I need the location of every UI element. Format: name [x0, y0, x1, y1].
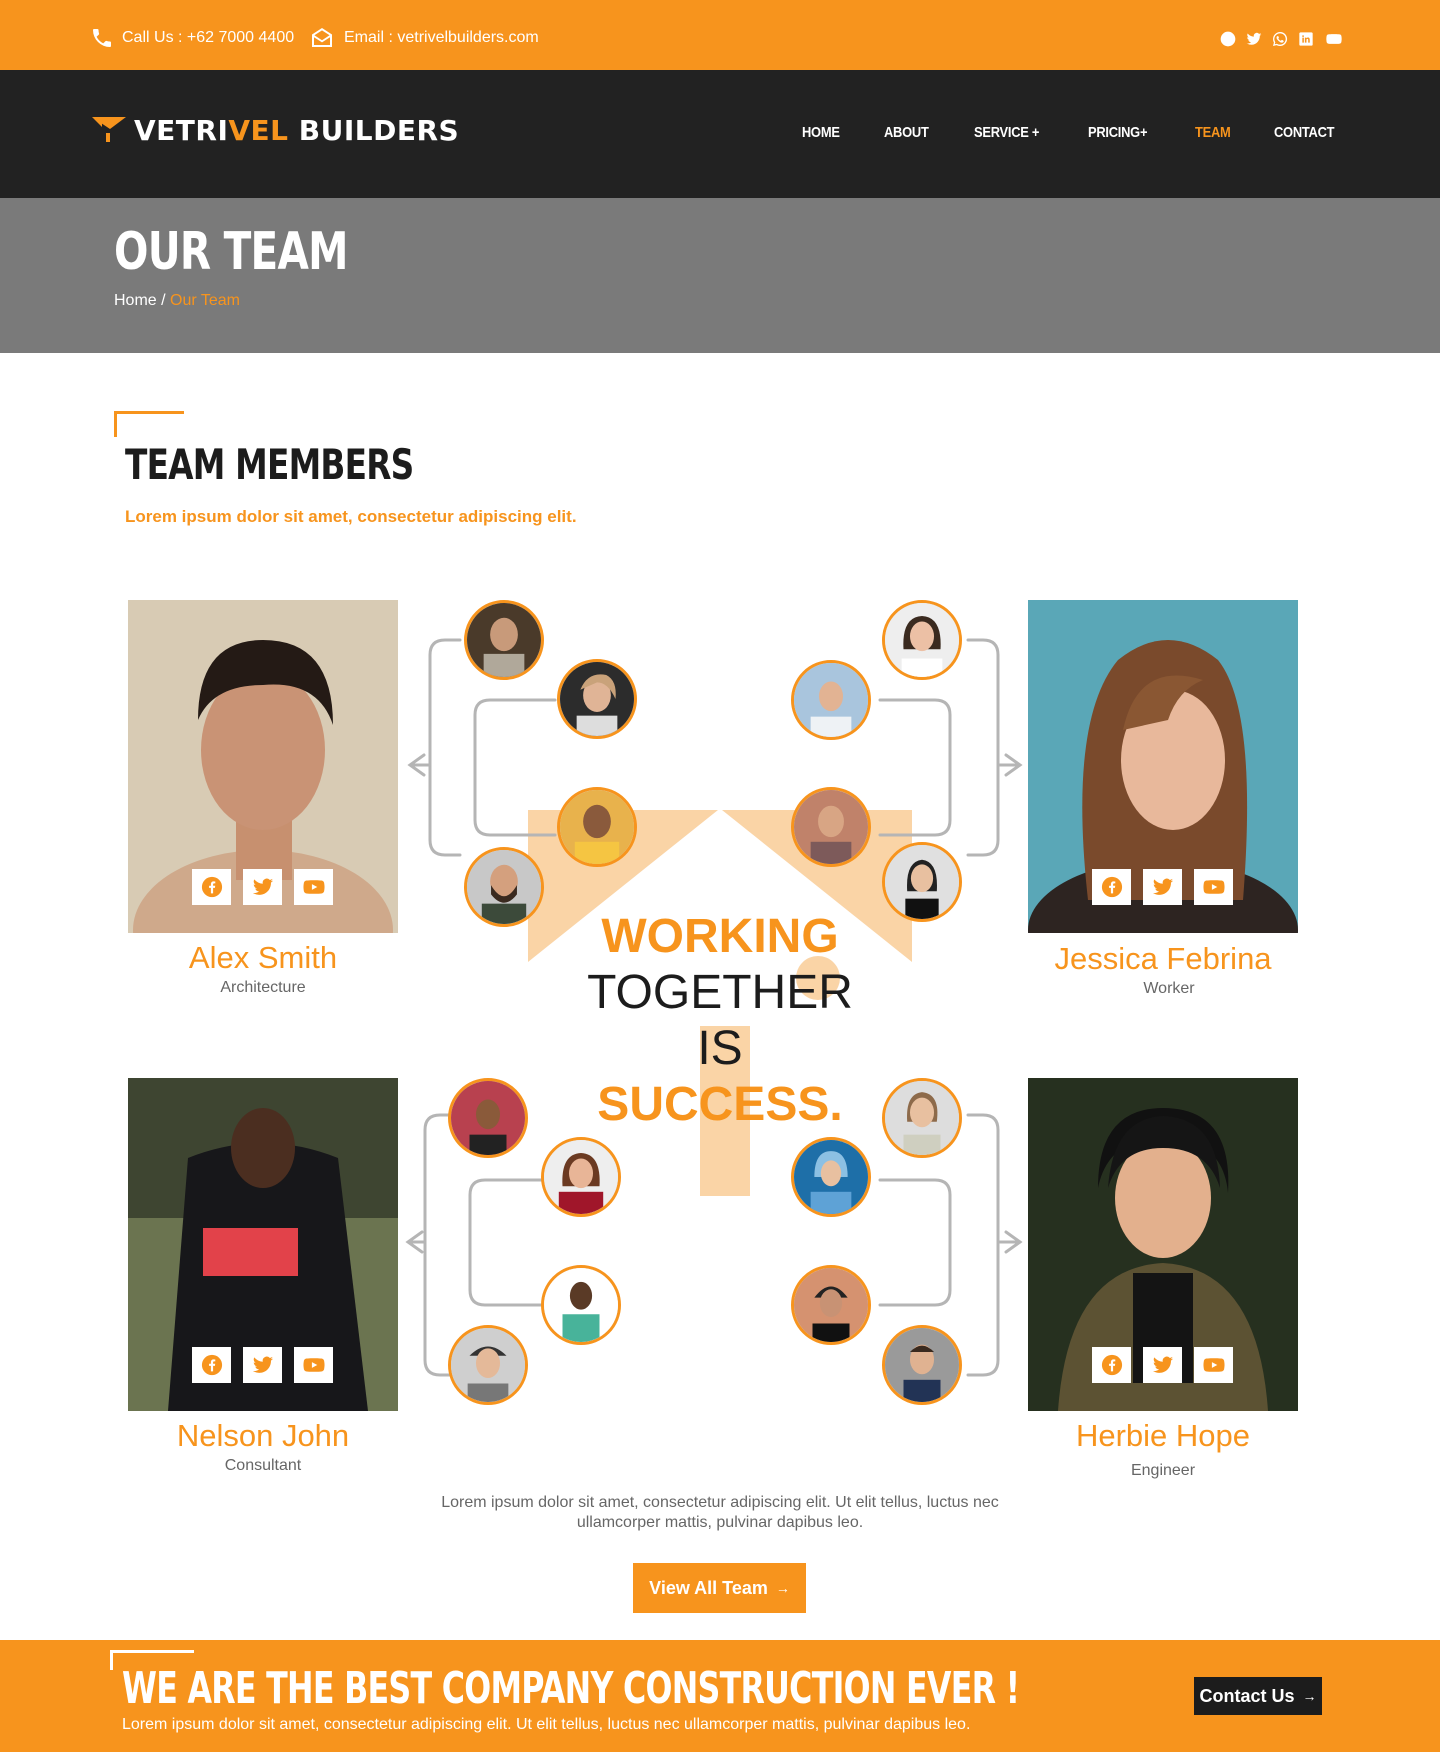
- team-avatar[interactable]: [791, 660, 871, 740]
- member-name: Nelson John: [176, 1418, 350, 1453]
- facebook-icon[interactable]: [1092, 869, 1131, 905]
- facebook-icon[interactable]: [1220, 31, 1236, 47]
- nav-service[interactable]: SERVICE +: [974, 124, 1039, 141]
- youtube-icon[interactable]: [294, 1347, 333, 1383]
- top-socials: [1220, 31, 1344, 47]
- team-avatar[interactable]: [791, 1137, 871, 1217]
- twitter-icon[interactable]: [1246, 31, 1262, 47]
- nav-pricing[interactable]: PRICING+: [1088, 124, 1147, 141]
- team-avatar[interactable]: [448, 1078, 528, 1158]
- team-avatar[interactable]: [557, 787, 637, 867]
- phone-contact[interactable]: Call Us : +62 7000 4400: [90, 26, 294, 50]
- team-avatar[interactable]: [882, 842, 962, 922]
- slogan-line-4: SUCCESS.: [597, 1078, 843, 1131]
- email-contact[interactable]: Email : vetrivelbuilders.com: [310, 26, 539, 50]
- twitter-icon[interactable]: [1143, 869, 1182, 905]
- member-name: Jessica Febrina: [1054, 941, 1272, 976]
- member-name: Alex Smith: [188, 940, 338, 975]
- mail-icon: [310, 26, 334, 50]
- nav-about[interactable]: ABOUT: [884, 124, 929, 141]
- team-avatar[interactable]: [791, 787, 871, 867]
- cta-title: WE ARE THE BEST COMPANY CONSTRUCTION EVE…: [122, 1663, 1020, 1714]
- member-socials: [192, 1347, 333, 1383]
- member-socials: [1092, 869, 1233, 905]
- team-avatar[interactable]: [464, 847, 544, 927]
- brand-name: VETRIVEL BUILDERS: [134, 114, 460, 147]
- linkedin-icon[interactable]: [1298, 31, 1314, 47]
- view-all-team-label: View All Team: [649, 1577, 768, 1598]
- breadcrumb-current: Our Team: [170, 292, 240, 309]
- arrow-right-icon: →: [775, 1580, 790, 1596]
- contact-us-button[interactable]: Contact Us →: [1194, 1677, 1322, 1715]
- slogan-line-3: IS: [697, 1022, 743, 1075]
- team-avatar[interactable]: [541, 1265, 621, 1345]
- email-text: Email : vetrivelbuilders.com: [344, 29, 539, 46]
- twitter-icon[interactable]: [1143, 1347, 1182, 1383]
- twitter-icon[interactable]: [243, 869, 282, 905]
- member-name: Herbie Hope: [1075, 1418, 1251, 1453]
- phone-icon: [90, 26, 114, 50]
- team-avatar[interactable]: [541, 1137, 621, 1217]
- facebook-icon[interactable]: [1092, 1347, 1131, 1383]
- member-role: Consultant: [224, 1457, 302, 1474]
- facebook-icon[interactable]: [192, 1347, 231, 1383]
- nav-contact[interactable]: CONTACT: [1274, 124, 1335, 141]
- section-subtitle: Lorem ipsum dolor sit amet, consectetur …: [125, 507, 577, 526]
- breadcrumb: Home / Our Team: [114, 292, 240, 310]
- breadcrumb-home[interactable]: Home /: [114, 292, 166, 309]
- team-avatar[interactable]: [448, 1325, 528, 1405]
- nav-team[interactable]: TEAM: [1195, 124, 1231, 141]
- member-role: Engineer: [1130, 1462, 1196, 1479]
- section-title: TEAM MEMBERS: [125, 440, 414, 489]
- page-title: OUR TEAM: [114, 222, 348, 282]
- nav-home[interactable]: HOME: [802, 124, 840, 141]
- team-avatar[interactable]: [791, 1265, 871, 1345]
- member-socials: [192, 869, 333, 905]
- youtube-icon[interactable]: [1324, 31, 1344, 47]
- team-description: Lorem ipsum dolor sit amet, consectetur …: [441, 1494, 999, 1531]
- twitter-icon[interactable]: [243, 1347, 282, 1383]
- youtube-icon[interactable]: [1194, 869, 1233, 905]
- team-avatar[interactable]: [882, 1078, 962, 1158]
- team-avatar[interactable]: [464, 600, 544, 680]
- view-all-team-button[interactable]: View All Team →: [633, 1563, 806, 1613]
- phone-text: Call Us : +62 7000 4400: [122, 29, 295, 46]
- youtube-icon[interactable]: [294, 869, 333, 905]
- facebook-icon[interactable]: [192, 869, 231, 905]
- contact-us-label: Contact Us: [1199, 1685, 1295, 1706]
- section-corner-accent: [114, 411, 184, 437]
- slogan-line-2: TOGETHER: [587, 966, 853, 1019]
- main-nav: HOME ABOUT SERVICE + PRICING+ TEAM CONTA…: [802, 124, 1344, 141]
- team-avatar[interactable]: [882, 600, 962, 680]
- logo-mark-icon: [92, 115, 126, 147]
- whatsapp-icon[interactable]: [1272, 31, 1288, 47]
- cta-text: Lorem ipsum dolor sit amet, consectetur …: [122, 1716, 971, 1733]
- slogan-line-1: WORKING: [601, 910, 839, 963]
- member-role: Worker: [1143, 980, 1195, 997]
- arrow-right-icon: →: [1302, 1688, 1317, 1704]
- member-socials: [1092, 1347, 1233, 1383]
- team-avatar[interactable]: [557, 659, 637, 739]
- brand-logo[interactable]: VETRIVEL BUILDERS: [92, 114, 459, 147]
- member-role: Architecture: [220, 979, 306, 996]
- team-avatar[interactable]: [882, 1325, 962, 1405]
- youtube-icon[interactable]: [1194, 1347, 1233, 1383]
